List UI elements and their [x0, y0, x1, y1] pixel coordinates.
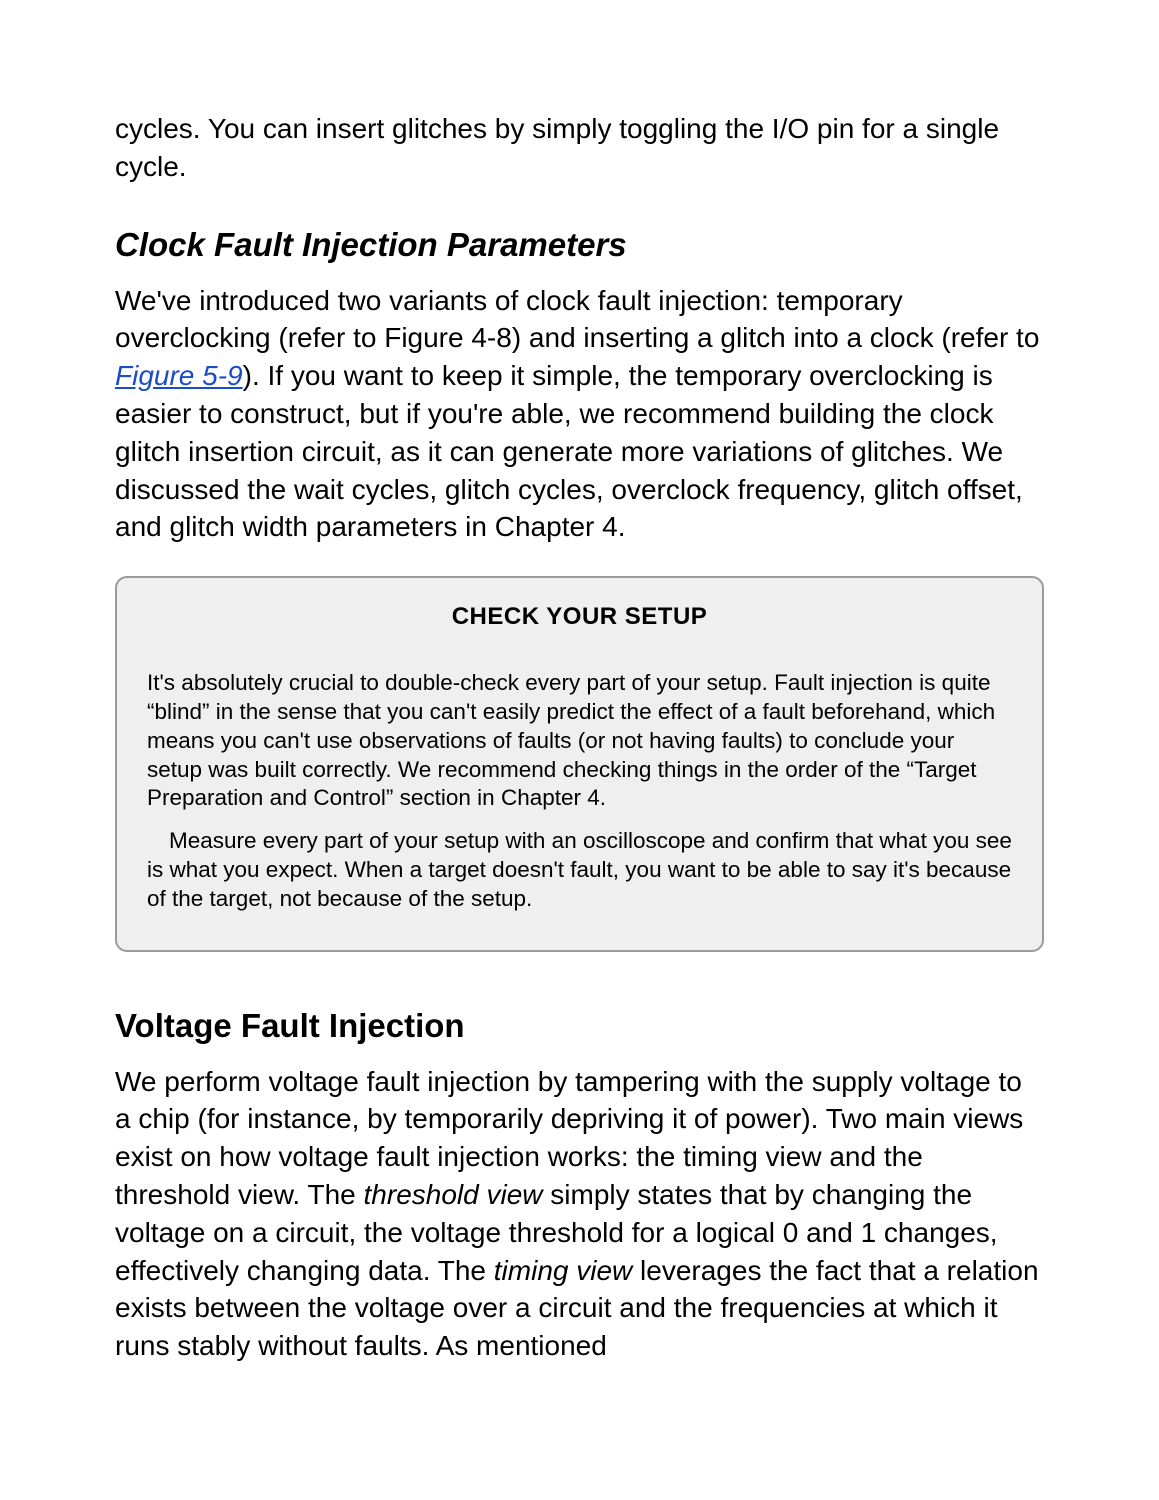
figure-5-9-link[interactable]: Figure 5-9: [115, 360, 243, 391]
section2-paragraph: We perform voltage fault injection by ta…: [115, 1063, 1044, 1365]
callout-check-your-setup: CHECK YOUR SETUP It's absolutely crucial…: [115, 576, 1044, 951]
emphasis-threshold-view: threshold view: [364, 1179, 543, 1210]
section-heading-voltage-fault-injection: Voltage Fault Injection: [115, 1007, 1044, 1045]
section1-para-pre: We've introduced two variants of clock f…: [115, 285, 1039, 354]
section1-para-post: ). If you want to keep it simple, the te…: [115, 360, 1023, 542]
callout-paragraph-2: Measure every part of your setup with an…: [147, 827, 1012, 913]
callout-title: CHECK YOUR SETUP: [147, 603, 1012, 631]
callout-paragraph-1: It's absolutely crucial to double-check …: [147, 669, 1012, 813]
intro-fragment-text: cycles. You can insert glitches by simpl…: [115, 110, 1044, 186]
section-heading-clock-fault-injection-parameters: Clock Fault Injection Parameters: [115, 226, 1044, 264]
emphasis-timing-view: timing view: [494, 1255, 632, 1286]
section1-paragraph: We've introduced two variants of clock f…: [115, 282, 1044, 547]
